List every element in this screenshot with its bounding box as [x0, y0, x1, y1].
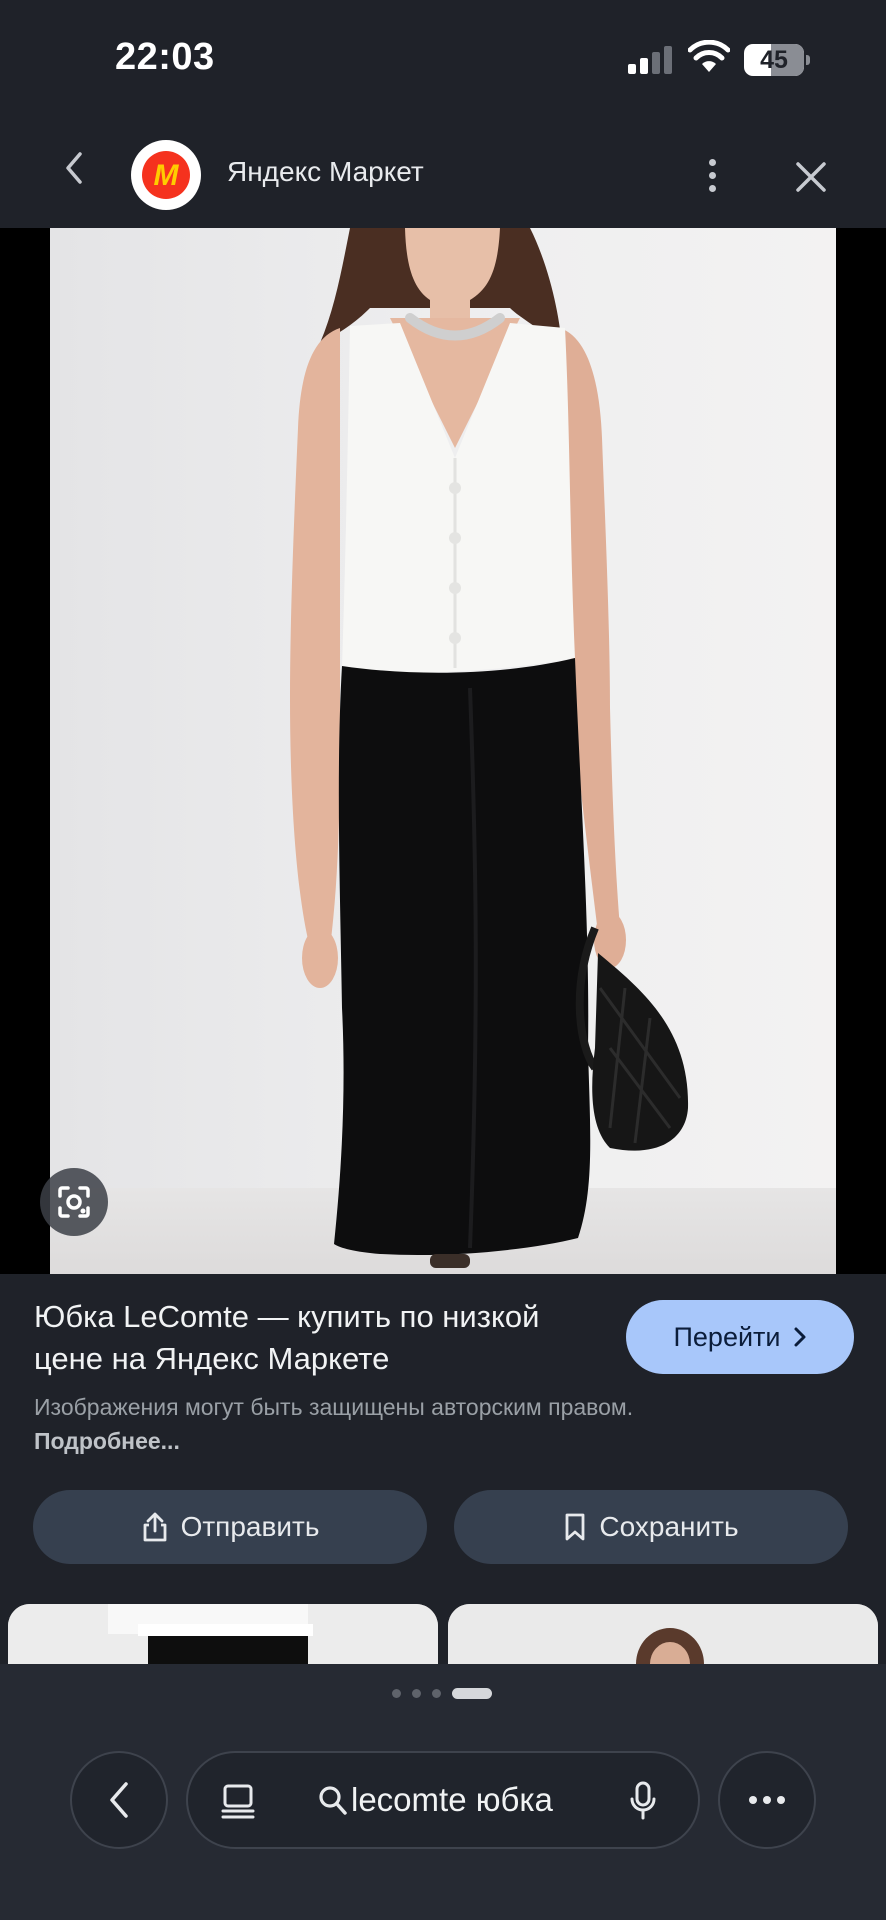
wifi-icon	[688, 40, 730, 72]
bookmark-icon	[566, 1513, 585, 1541]
tabs-icon[interactable]	[220, 1783, 256, 1821]
visit-button-label: Перейти	[673, 1321, 781, 1352]
more-vertical-icon	[708, 158, 716, 166]
back-chevron-icon	[66, 152, 82, 184]
page-indicator	[392, 1688, 502, 1700]
image-viewer	[0, 228, 886, 1274]
save-button[interactable]: Сохранить	[454, 1490, 848, 1564]
search-icon	[319, 1786, 347, 1815]
mic-icon[interactable]	[628, 1781, 658, 1821]
product-photo[interactable]	[50, 228, 836, 1274]
back-button[interactable]	[50, 140, 98, 196]
more-horizontal-icon	[749, 1796, 757, 1804]
chevron-right-icon	[794, 1327, 805, 1347]
status-time: 22:03	[115, 36, 215, 78]
visit-button[interactable]: Перейти	[626, 1300, 854, 1374]
svg-text:M: M	[154, 159, 180, 192]
more-horizontal-button[interactable]	[718, 1751, 816, 1849]
search-bar[interactable]: lecomte юбка	[186, 1751, 700, 1849]
related-image-1[interactable]	[8, 1604, 438, 1664]
copyright-notice: Изображения могут быть защищены авторски…	[34, 1390, 634, 1458]
back-chevron-icon	[110, 1782, 128, 1818]
close-icon	[796, 162, 826, 192]
close-button[interactable]	[786, 152, 836, 202]
viewer-header: M Яндекс Маркет	[0, 110, 886, 228]
cellular-signal-icon	[628, 46, 674, 74]
lens-search-button[interactable]	[40, 1168, 108, 1236]
yandex-market-logo: M	[131, 140, 201, 210]
status-bar: 22:03 45	[0, 0, 886, 110]
save-label: Сохранить	[599, 1511, 739, 1542]
browser-bottom-bar: lecomte юбка	[0, 1664, 886, 1920]
search-query[interactable]: lecomte юбка	[351, 1781, 553, 1819]
related-image-2[interactable]	[448, 1604, 878, 1664]
battery-icon: 45	[744, 44, 810, 76]
battery-level: 45	[760, 46, 788, 74]
share-label: Отправить	[180, 1511, 320, 1542]
share-icon	[143, 1512, 166, 1542]
result-title[interactable]: Юбка LeComte — купить по низкой цене на …	[34, 1296, 594, 1380]
notice-text: Изображения могут быть защищены авторски…	[34, 1394, 634, 1420]
learn-more-link[interactable]: Подробнее...	[34, 1428, 180, 1454]
browser-back-button[interactable]	[70, 1751, 168, 1849]
more-options-button[interactable]	[690, 150, 734, 200]
share-button[interactable]: Отправить	[33, 1490, 427, 1564]
lens-icon	[58, 1186, 90, 1218]
site-name: Яндекс Маркет	[227, 156, 424, 187]
